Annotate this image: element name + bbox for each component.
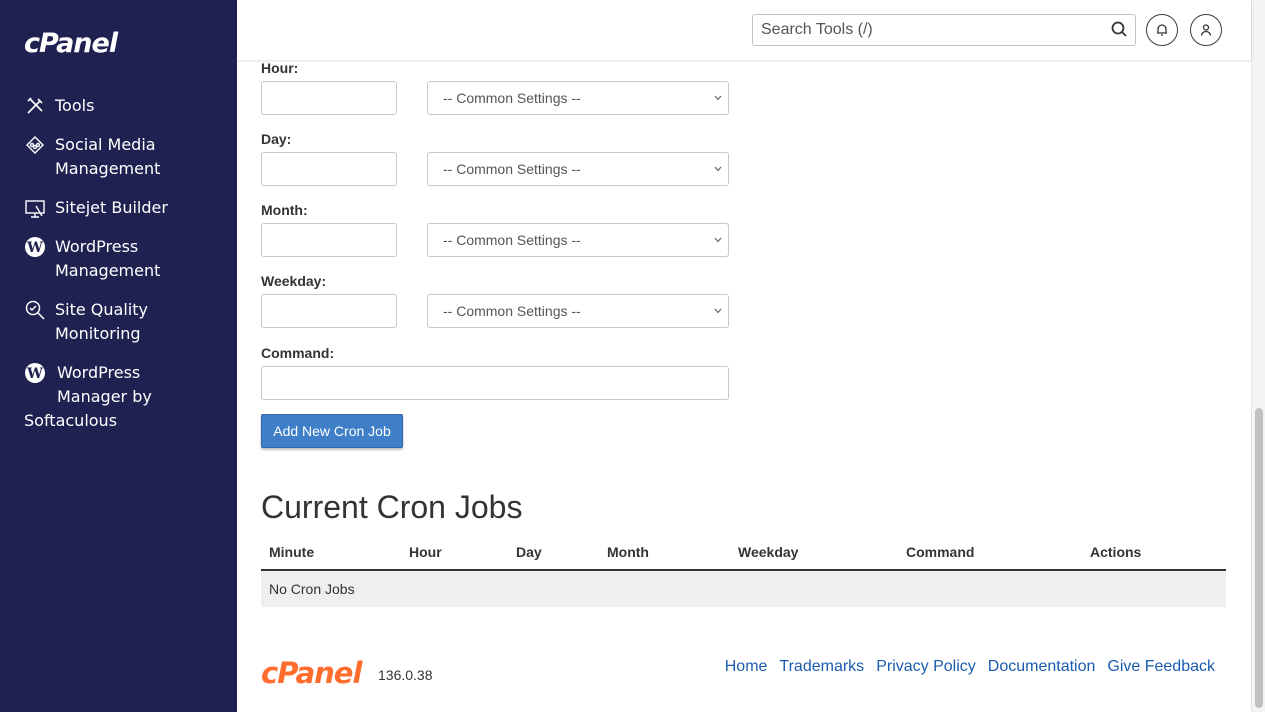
search-tools-input[interactable] (752, 14, 1136, 46)
command-label: Command: (261, 345, 335, 361)
sidebar-item-label: WordPress (57, 363, 141, 382)
column-header-day[interactable]: Day (516, 544, 542, 560)
footer-link-give-feedback[interactable]: Give Feedback (1107, 658, 1215, 675)
chevron-down-icon (714, 237, 722, 243)
sidebar-item-social-media[interactable]: Social Media Management (24, 133, 224, 181)
page-scrollbar[interactable] (1251, 0, 1265, 712)
select-value: -- Common Settings -- (443, 232, 581, 248)
svg-text:W: W (26, 366, 43, 382)
sidebar-item-wordpress-management[interactable]: W WordPress Management (24, 235, 224, 283)
current-cron-jobs-title: Current Cron Jobs (261, 489, 523, 525)
social-media-icon (26, 136, 44, 154)
footer-link-home[interactable]: Home (725, 658, 768, 675)
user-icon (1200, 24, 1212, 36)
sidebar-item-label: Manager by (57, 387, 152, 406)
month-label: Month: (261, 202, 308, 218)
footer-link-documentation[interactable]: Documentation (988, 658, 1096, 675)
search-quality-icon (25, 300, 45, 320)
column-header-command[interactable]: Command (906, 544, 974, 560)
empty-table-message: No Cron Jobs (269, 581, 355, 597)
hour-label: Hour: (261, 60, 299, 76)
month-common-settings-select[interactable]: -- Common Settings -- (427, 223, 729, 257)
search-icon[interactable] (1110, 20, 1128, 38)
sidebar-item-sitejet[interactable]: Sitejet Builder (24, 196, 224, 220)
weekday-label: Weekday: (261, 273, 327, 289)
sidebar-item-label: Sitejet Builder (55, 198, 168, 217)
sidebar-item-site-quality[interactable]: Site Quality Monitoring (24, 298, 224, 346)
cpanel-logo[interactable]: cPanel (24, 28, 118, 59)
chevron-down-icon (714, 308, 722, 314)
column-header-weekday[interactable]: Weekday (738, 544, 798, 560)
footer-link-trademarks[interactable]: Trademarks (779, 658, 864, 675)
sidebar-item-label: Social Media Management (55, 135, 161, 178)
footer-cpanel-logo: cPanel (261, 656, 362, 690)
version-number: 136.0.38 (378, 667, 433, 683)
notifications-button[interactable] (1146, 14, 1178, 46)
day-common-settings-select[interactable]: -- Common Settings -- (427, 152, 729, 186)
sidebar-item-label: Softaculous (24, 411, 118, 430)
chevron-down-icon (714, 95, 722, 101)
table-header: Minute Hour Day Month Weekday Command Ac… (261, 535, 1226, 571)
chevron-down-icon (714, 166, 722, 172)
hour-input[interactable] (261, 81, 397, 115)
weekday-input[interactable] (261, 294, 397, 328)
column-header-month[interactable]: Month (607, 544, 649, 560)
scrollbar-thumb[interactable] (1255, 408, 1263, 708)
day-label: Day: (261, 131, 292, 147)
sidebar-item-label: Tools (55, 96, 95, 115)
weekday-common-settings-select[interactable]: -- Common Settings -- (427, 294, 729, 328)
top-bar (237, 0, 1251, 60)
table-row: No Cron Jobs (261, 571, 1226, 607)
svg-text:W: W (26, 240, 43, 256)
select-value: -- Common Settings -- (443, 90, 581, 106)
hour-common-settings-select[interactable]: -- Common Settings -- (427, 81, 729, 115)
column-header-hour[interactable]: Hour (409, 544, 442, 560)
column-header-actions: Actions (1090, 544, 1142, 560)
select-value: -- Common Settings -- (443, 161, 581, 177)
month-input[interactable] (261, 223, 397, 257)
select-value: -- Common Settings -- (443, 303, 581, 319)
wordpress-icon: W (25, 237, 45, 257)
user-menu-button[interactable] (1190, 14, 1222, 46)
add-new-cron-job-button[interactable]: Add New Cron Job (261, 414, 403, 448)
sidebar-item-wordpress-softaculous[interactable]: W WordPress Manager by Softaculous (24, 361, 224, 433)
footer-links: Home Trademarks Privacy Policy Documentatio… (713, 658, 1215, 676)
bell-icon (1157, 24, 1167, 36)
sidebar-item-label: Site Quality Monitoring (55, 300, 148, 343)
column-header-minute[interactable]: Minute (269, 544, 314, 560)
sidebar-item-tools[interactable]: Tools (24, 94, 224, 118)
sitejet-icon (25, 200, 45, 218)
tools-icon (27, 97, 43, 114)
footer-link-privacy-policy[interactable]: Privacy Policy (876, 658, 976, 675)
command-input[interactable] (261, 366, 729, 400)
wordpress-icon: W (25, 363, 45, 383)
day-input[interactable] (261, 152, 397, 186)
sidebar: cPanel Tools Social Media Management Sit… (0, 0, 237, 712)
sidebar-nav: Tools Social Media Management Sitejet Bu… (24, 94, 224, 448)
sidebar-item-label: WordPress Management (55, 237, 161, 280)
cron-jobs-table: Minute Hour Day Month Weekday Command Ac… (261, 535, 1226, 607)
